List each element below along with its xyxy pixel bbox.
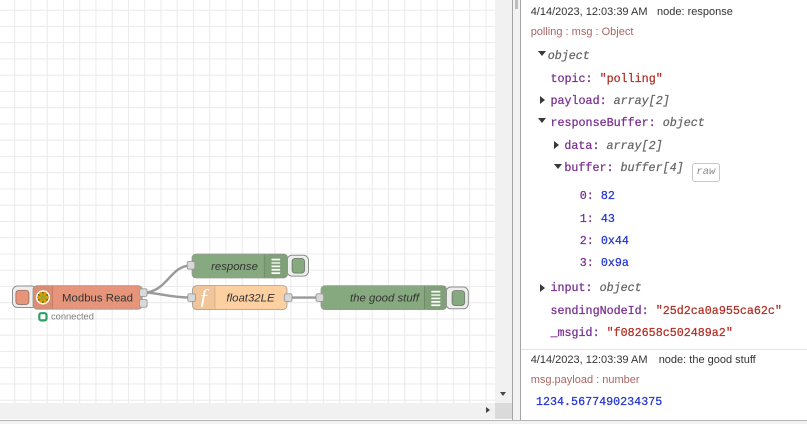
svg-text:connected: connected	[51, 312, 94, 322]
svg-text:Modbus Read: Modbus Read	[62, 292, 133, 304]
svg-text:ƒ: ƒ	[199, 284, 210, 309]
svg-text:the good stuff: the good stuff	[350, 293, 421, 305]
svg-text:float32LE: float32LE	[226, 293, 275, 305]
svg-text:response: response	[211, 261, 258, 273]
